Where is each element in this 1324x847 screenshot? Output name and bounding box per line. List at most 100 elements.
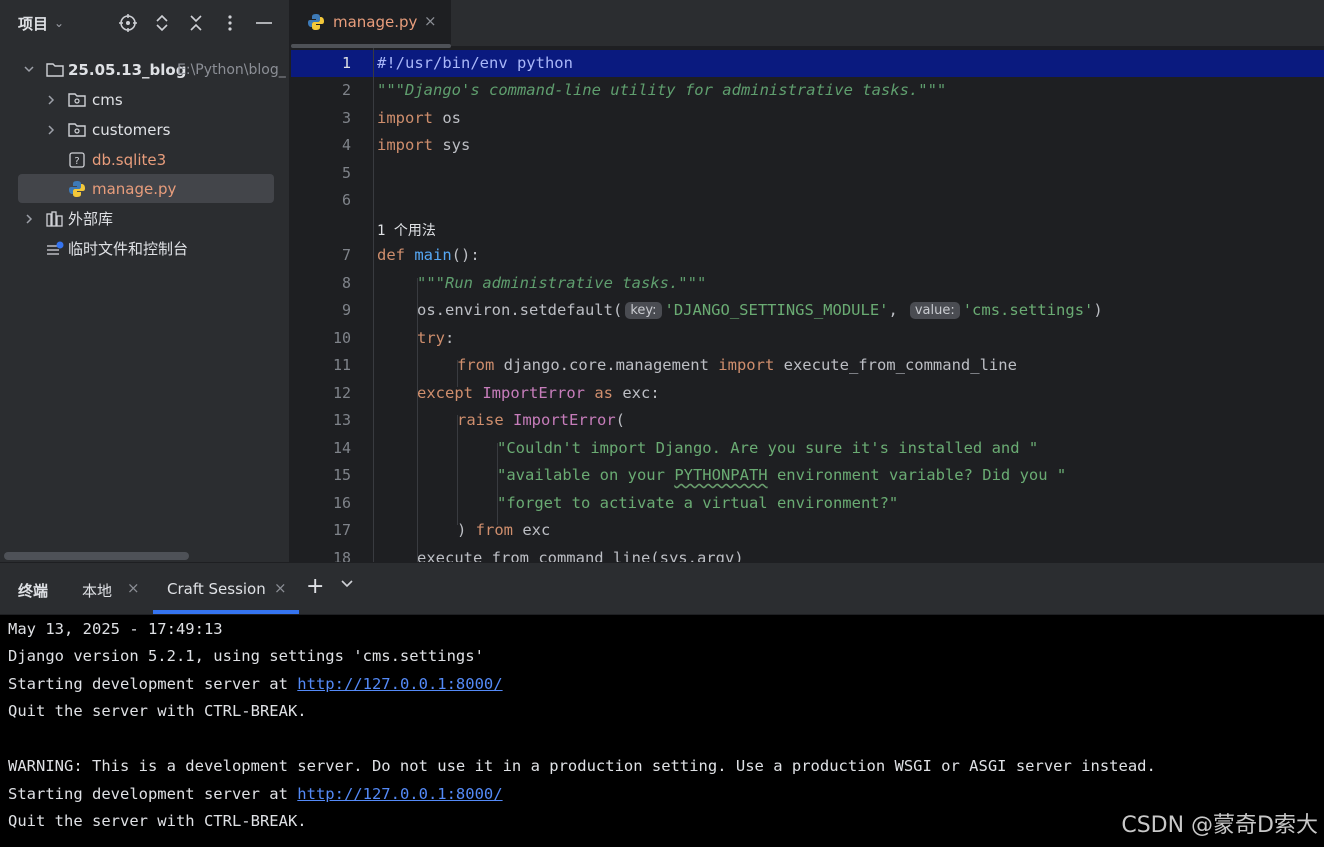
code-text: ( — [615, 411, 625, 429]
close-icon[interactable]: × — [127, 579, 140, 597]
code-text: sys — [433, 136, 471, 154]
docstring: """Django's command-line utility for adm… — [377, 81, 947, 99]
code-line-9: os.environ.setdefault(key: 'DJANGO_SETTIN… — [417, 301, 1103, 319]
terminal-line: May 13, 2025 - 17:49:13 — [8, 620, 223, 638]
class-name: ImportError — [473, 384, 595, 402]
keyword: from — [457, 356, 495, 374]
line-number: 15 — [332, 466, 351, 484]
add-tab-button[interactable]: + — [306, 574, 324, 599]
code-area[interactable]: 1 2 3 4 5 6 7 8 9 10 11 12 13 14 15 16 1… — [291, 48, 1324, 562]
sidebar-horizontal-scrollbar[interactable] — [4, 552, 189, 560]
keyword: import — [718, 356, 775, 374]
code-line-14: "Couldn't import Django. Are you sure it… — [497, 439, 1038, 457]
tree-item-manage-py[interactable]: manage.py — [18, 174, 274, 203]
tab-local[interactable]: 本地 — [82, 580, 112, 601]
expand-icon[interactable] — [151, 12, 173, 34]
tree-item-label: cms — [92, 90, 123, 109]
library-icon — [46, 210, 64, 228]
tab-manage-py[interactable]: manage.py × — [291, 0, 451, 46]
minimize-icon[interactable] — [253, 12, 275, 34]
keyword: def — [377, 246, 405, 264]
spellcheck-word[interactable]: PYTHONPATH — [674, 466, 767, 484]
terminal-line: Starting development server at http://12… — [8, 785, 503, 803]
terminal-line: WARNING: This is a development server. D… — [8, 757, 1156, 775]
code-line-2: """Django's command-line utility for adm… — [377, 81, 946, 99]
tree-item-label: 外部库 — [68, 210, 114, 228]
code-line-16: "forget to activate a virtual environmen… — [497, 494, 898, 512]
code-editor: manage.py × 1 2 3 4 5 6 7 8 9 10 11 12 1… — [291, 0, 1324, 562]
collapse-icon[interactable] — [185, 12, 207, 34]
line-number: 4 — [341, 136, 351, 154]
close-icon[interactable]: × — [424, 12, 437, 30]
line-number: 12 — [332, 384, 351, 402]
line-number: 5 — [341, 164, 351, 182]
usage-hint[interactable]: 1 个用法 — [377, 220, 436, 240]
string: "forget to activate a virtual environmen… — [497, 494, 899, 512]
tab-craft-session[interactable]: Craft Session — [167, 580, 266, 598]
python-file-icon — [307, 13, 325, 35]
chevron-right-icon[interactable] — [44, 123, 58, 137]
line-number: 7 — [341, 246, 351, 264]
line-number: 11 — [332, 356, 351, 374]
target-icon[interactable] — [117, 12, 139, 34]
project-name: 25.05.13_blog — [68, 60, 187, 79]
tree-item-label: 临时文件和控制台 — [68, 240, 189, 258]
tree-item-customers[interactable]: customers — [18, 115, 274, 144]
string: 'cms.settings' — [962, 301, 1094, 319]
sidebar-title[interactable]: 项目 — [18, 13, 48, 34]
string: "available on your — [497, 466, 675, 484]
code-text: execute_from_command_line(sys.argv) — [417, 549, 744, 562]
terminal-line: Starting development server at http://12… — [8, 675, 503, 693]
python-file-icon — [68, 180, 86, 198]
tree-scratches-consoles[interactable]: 临时文件和控制台 — [18, 234, 274, 263]
terminal-text: Starting development server at — [8, 675, 298, 693]
chevron-right-icon[interactable] — [44, 93, 58, 107]
param-hint: key: — [625, 302, 662, 319]
close-icon[interactable]: × — [274, 579, 287, 597]
tree-project-root[interactable]: 25.05.13_blog E:\Python\blog_ — [18, 55, 286, 84]
tree-item-db-sqlite3[interactable]: ? db.sqlite3 — [18, 145, 274, 174]
sidebar-toolbar — [117, 12, 275, 34]
more-icon[interactable] — [219, 12, 241, 34]
line-number: 18 — [332, 549, 351, 562]
chevron-down-icon[interactable]: ⌄ — [54, 16, 64, 30]
chevron-down-icon[interactable] — [340, 575, 354, 593]
keyword: try — [417, 329, 445, 347]
folder-icon — [46, 61, 64, 79]
code-line-18: execute_from_command_line(sys.argv) — [417, 549, 744, 562]
keyword: import — [377, 136, 433, 154]
string: 'DJANGO_SETTINGS_MODULE' — [664, 301, 889, 319]
code-line-15: "available on your PYTHONPATH environmen… — [497, 466, 1066, 484]
svg-text:?: ? — [74, 156, 79, 167]
server-url-link[interactable]: http://127.0.0.1:8000/ — [297, 675, 502, 693]
tree-item-label: customers — [92, 120, 171, 139]
code-text: : — [445, 329, 455, 347]
indent-guide — [457, 415, 458, 525]
class-name: ImportError — [503, 411, 616, 429]
line-number: 2 — [341, 81, 351, 99]
keyword: raise — [457, 411, 504, 429]
chevron-down-icon[interactable] — [22, 63, 36, 77]
tree-item-label: manage.py — [92, 179, 177, 198]
code-text: exc: — [613, 384, 660, 402]
terminal-title: 终端 — [18, 582, 49, 600]
server-url-link[interactable]: http://127.0.0.1:8000/ — [297, 785, 502, 803]
code-text: (): — [451, 246, 480, 264]
tree-item-cms[interactable]: cms — [18, 85, 274, 114]
code-text: os.environ.setdefault( — [417, 301, 623, 319]
code-line-1: #!/usr/bin/env python — [377, 54, 573, 72]
code-text: , — [888, 301, 898, 319]
line-number: 10 — [332, 329, 351, 347]
project-sidebar: 项目 ⌄ 25.05.13_blog E:\Python\blog_ cms c… — [0, 0, 290, 562]
line-number: 14 — [332, 439, 351, 457]
code-line-3: import os — [377, 109, 461, 127]
chevron-right-icon[interactable] — [22, 212, 36, 226]
docstring: """Run administrative tasks.""" — [417, 274, 707, 292]
code-text: exc — [513, 521, 551, 539]
tree-external-libraries[interactable]: 外部库 — [18, 204, 274, 233]
terminal-panel: 终端 本地 × Craft Session × + May 13, 2025 -… — [0, 563, 1324, 847]
param-hint: value: — [909, 302, 960, 319]
package-folder-icon — [68, 121, 86, 139]
tab-label: manage.py — [333, 13, 418, 31]
code-line-10: try: — [417, 329, 454, 347]
